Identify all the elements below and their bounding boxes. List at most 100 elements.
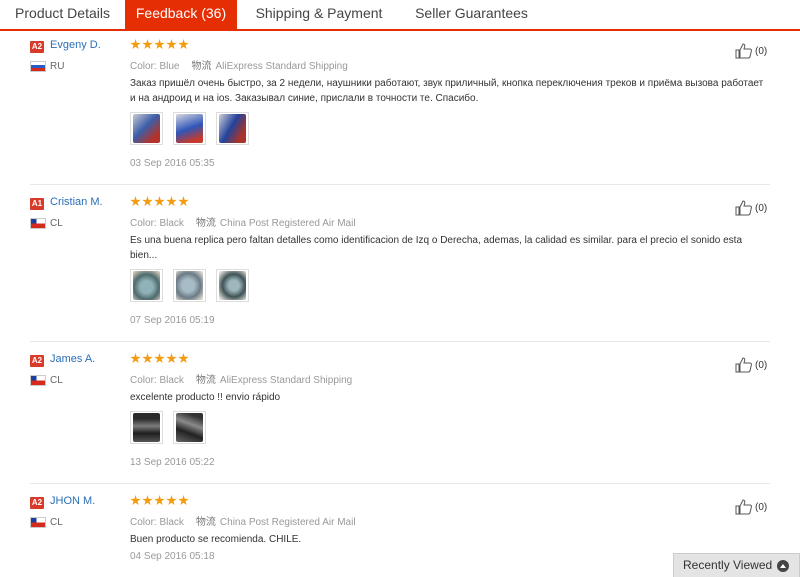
feedback-item: A2 Evgeny D. RU Color: Blue 物流 AliExpress … <box>30 39 770 179</box>
feedback-comment: excelente producto !! envio rápido <box>130 392 281 403</box>
star-icon <box>178 353 189 364</box>
divider <box>30 184 770 185</box>
shipping-method: China Post Registered Air Mail <box>219 218 356 229</box>
photo-image <box>133 413 160 442</box>
photo-image <box>176 271 203 300</box>
order-info: Color: Black 物流 China Post Registered Air … <box>130 513 356 528</box>
logistics-label: 物流 <box>191 61 212 72</box>
feedback-item: A2 James A. CL Color: Black 物流 AliExpress … <box>30 353 770 478</box>
color-label: Color: <box>130 218 157 229</box>
helpful-button[interactable]: (0) <box>735 499 767 515</box>
feedback-photo-thumb[interactable] <box>173 269 206 302</box>
helpful-count: (0) <box>755 501 768 513</box>
helpful-button[interactable]: (0) <box>735 200 767 216</box>
photo-image <box>176 413 203 442</box>
star-icon <box>178 39 189 50</box>
feedback-item: A1 Cristian M. CL Color: Black 物流 China Po… <box>30 196 770 336</box>
color-value: Blue <box>159 61 180 72</box>
buyer-country: CL <box>50 218 63 229</box>
feedback-photo-thumb[interactable] <box>216 112 249 145</box>
order-info: Color: Blue 物流 AliExpress Standard Shippin… <box>130 57 348 72</box>
buyer-name-link[interactable]: James A. <box>50 353 95 365</box>
buyer-name-link[interactable]: Evgeny D. <box>50 39 101 51</box>
feedback-date: 07 Sep 2016 05:19 <box>130 315 215 326</box>
buyer-name-link[interactable]: Cristian M. <box>50 196 103 208</box>
buyer-country: RU <box>50 61 65 72</box>
helpful-count: (0) <box>755 45 768 57</box>
star-icon <box>142 39 153 50</box>
feedback-photo-thumb[interactable] <box>130 269 163 302</box>
logistics-label: 物流 <box>195 375 216 386</box>
star-rating <box>130 353 189 365</box>
flag-cl-icon <box>30 517 46 528</box>
feedback-comment: Buen producto se recomienda. CHILE. <box>130 534 302 545</box>
feedback-item: A2 JHON M. CL Color: Black 物流 China Post R… <box>30 495 770 577</box>
thumbs-up-icon <box>735 200 752 216</box>
recently-viewed-label: Recently Viewed <box>683 558 773 572</box>
star-icon <box>166 39 177 50</box>
helpful-count: (0) <box>755 202 768 214</box>
feedback-photo-thumb[interactable] <box>130 411 163 444</box>
divider <box>30 341 770 342</box>
helpful-button[interactable]: (0) <box>735 43 767 59</box>
star-icon <box>166 495 177 506</box>
feedback-photos <box>130 411 206 444</box>
star-rating <box>130 495 189 507</box>
tab-feedback[interactable]: Feedback (36) <box>125 0 237 29</box>
star-icon <box>142 495 153 506</box>
color-label: Color: <box>130 517 157 528</box>
shipping-method: China Post Registered Air Mail <box>219 517 356 528</box>
color-label: Color: <box>130 375 157 386</box>
color-label: Color: <box>130 61 157 72</box>
star-icon <box>178 495 189 506</box>
order-info: Color: Black 物流 China Post Registered Air … <box>130 214 356 229</box>
feedback-photos <box>130 269 249 302</box>
tab-shipping-payment[interactable]: Shipping & Payment <box>237 0 401 29</box>
color-value: Black <box>159 517 184 528</box>
helpful-button[interactable]: (0) <box>735 357 767 373</box>
star-icon <box>154 39 165 50</box>
photo-image <box>133 271 160 300</box>
feedback-comment: Заказ пришёл очень быстро, за 2 недели, … <box>130 78 764 104</box>
feedback-photo-thumb[interactable] <box>130 112 163 145</box>
star-icon <box>166 353 177 364</box>
shipping-method: AliExpress Standard Shipping <box>215 61 348 72</box>
star-rating <box>130 196 189 208</box>
star-icon <box>130 39 141 50</box>
buyer-level-badge: A2 <box>30 41 44 53</box>
chevron-up-circle-icon <box>777 560 789 572</box>
feedback-date: 03 Sep 2016 05:35 <box>130 158 215 169</box>
recently-viewed-button[interactable]: Recently Viewed <box>673 553 800 577</box>
flag-cl-icon <box>30 375 46 386</box>
feedback-count: (36) <box>201 5 227 21</box>
feedback-photo-thumb[interactable] <box>173 411 206 444</box>
order-info: Color: Black 物流 AliExpress Standard Shippi… <box>130 371 352 386</box>
flag-ru-icon <box>30 61 46 72</box>
feedback-photos <box>130 112 249 145</box>
flag-cl-icon <box>30 218 46 229</box>
star-rating <box>130 39 189 51</box>
photo-image <box>133 114 160 143</box>
buyer-name-link[interactable]: JHON M. <box>50 495 95 507</box>
tab-label: Feedback <box>135 5 198 21</box>
tab-label: Shipping & Payment <box>255 5 383 21</box>
photo-image <box>219 271 246 300</box>
tab-seller-guarantees[interactable]: Seller Guarantees <box>401 0 542 29</box>
thumbs-up-icon <box>735 499 752 515</box>
divider <box>30 483 770 484</box>
star-icon <box>142 196 153 207</box>
star-icon <box>130 196 141 207</box>
star-icon <box>178 196 189 207</box>
feedback-date: 04 Sep 2016 05:18 <box>130 551 215 562</box>
feedback-comment: Es una buena replica pero faltan detalle… <box>130 235 743 261</box>
feedback-photo-thumb[interactable] <box>216 269 249 302</box>
thumbs-up-icon <box>735 357 752 373</box>
star-icon <box>130 495 141 506</box>
star-icon <box>166 196 177 207</box>
shipping-method: AliExpress Standard Shipping <box>219 375 353 386</box>
star-icon <box>154 196 165 207</box>
buyer-country: CL <box>50 375 63 386</box>
feedback-photo-thumb[interactable] <box>173 112 206 145</box>
tab-product-details[interactable]: Product Details <box>0 0 125 29</box>
thumbs-up-icon <box>735 43 752 59</box>
